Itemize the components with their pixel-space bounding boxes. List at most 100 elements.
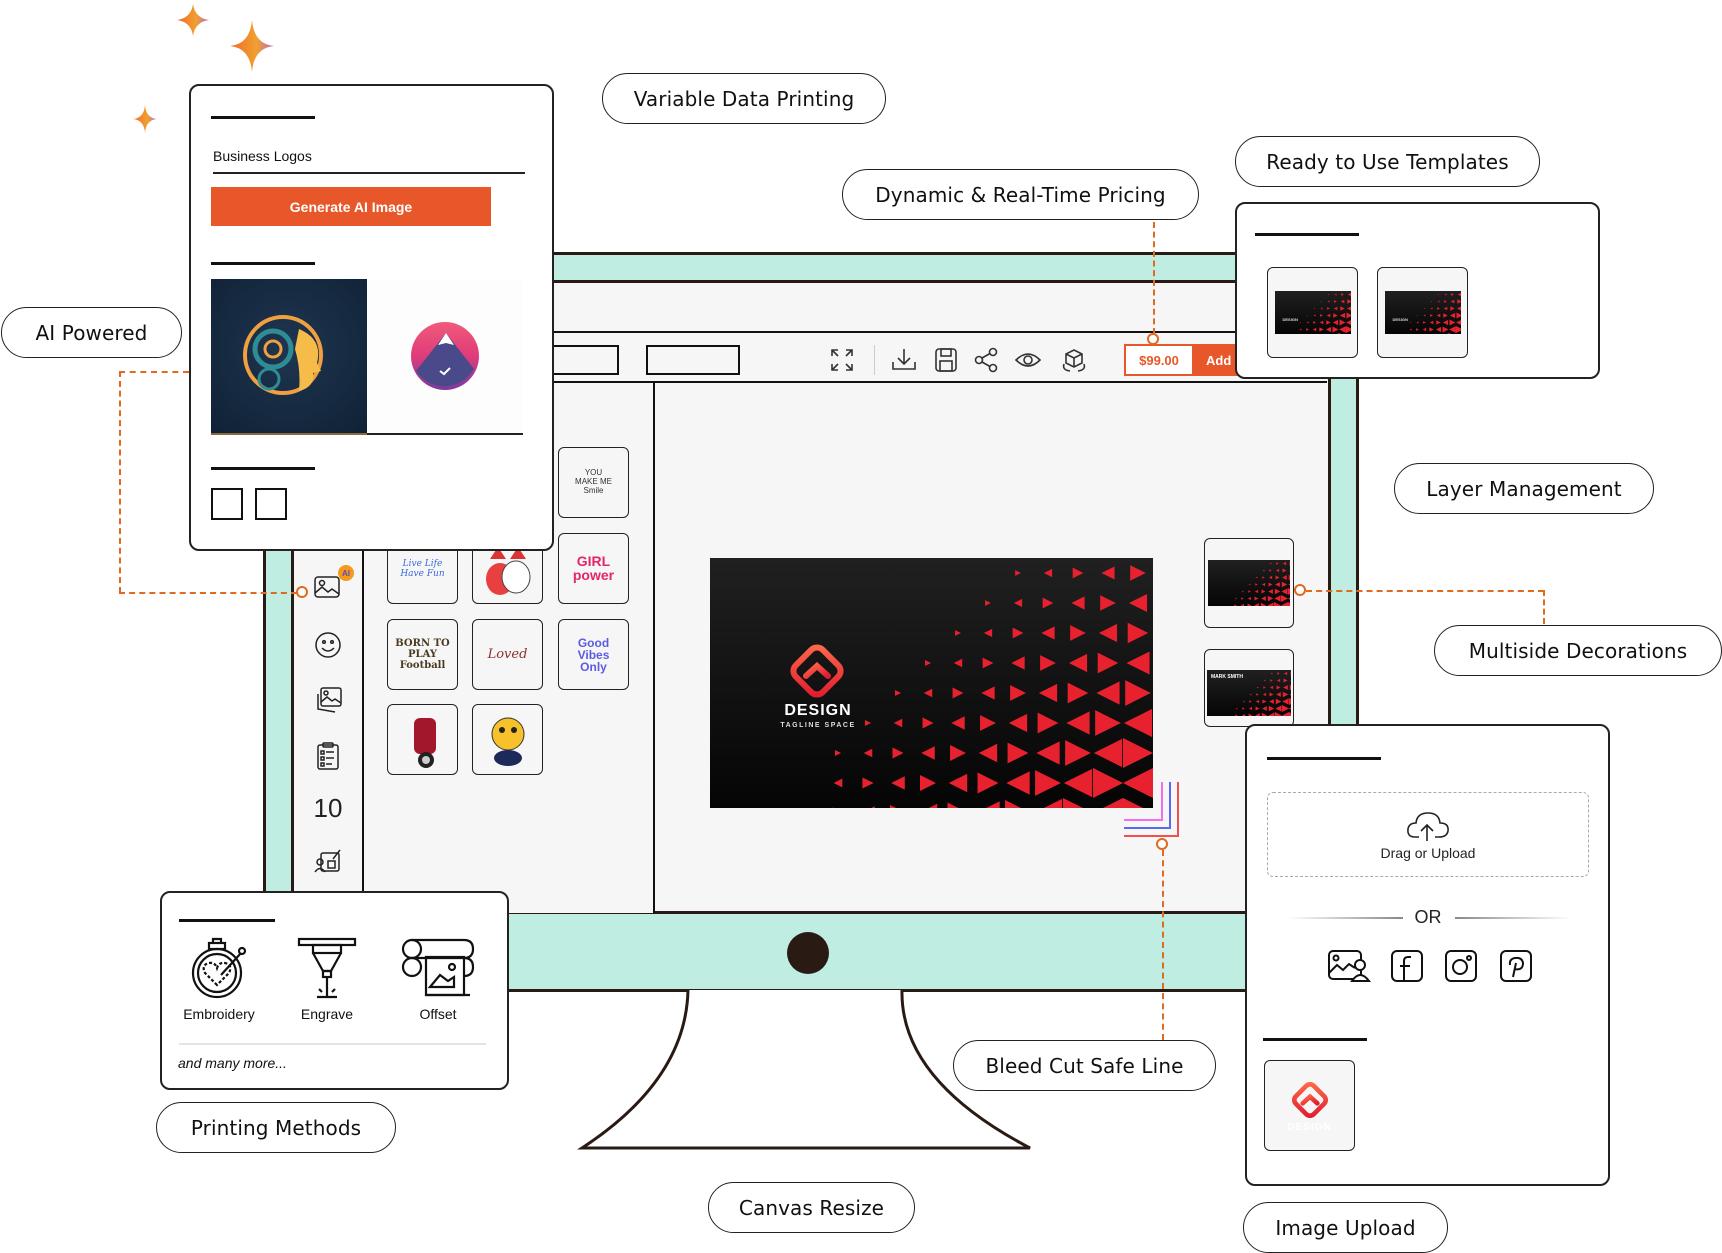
sticker-you-make-me-smile[interactable]: YOU MAKE ME Smile [558,447,629,518]
instagram-icon[interactable] [1444,949,1478,983]
option-checkbox[interactable] [255,488,287,520]
triangle-shape [978,743,998,763]
design-canvas[interactable]: DESIGN TAGLINE SPACE [710,558,1153,808]
triangle-shape [1037,712,1059,734]
template-card[interactable]: DESIGN [1377,267,1468,358]
form-icon [317,742,339,770]
triangle-shape [1289,707,1291,710]
triangle-shape [1325,320,1331,325]
triangle-shape [1429,314,1433,317]
layer-back-side[interactable]: MARK SMITH [1204,649,1294,727]
triangle-shape [1241,597,1244,600]
triangle-shape [1241,590,1244,593]
triangle-shape [1340,293,1344,296]
method-embroidery[interactable]: Embroidery [174,937,264,1022]
connector-dot [1156,838,1168,850]
sidebar-item-clipart[interactable] [294,631,362,659]
sticker-good-vibes-only[interactable]: Good Vibes Only [558,619,629,690]
triangle-shape [1254,589,1259,594]
triangle-shape [1282,561,1287,566]
triangle-shape [1010,685,1026,701]
facebook-icon[interactable] [1390,949,1424,983]
sticker-text: BORN TO PLAY Football [395,638,450,671]
triangle-shape [952,687,964,699]
sidebar-item-text[interactable]: 10 [294,793,362,824]
triangle-shape [1256,686,1259,689]
triangle-shape [1100,595,1116,611]
triangle-shape [1235,707,1238,710]
triangle-shape [1035,770,1061,796]
triangle-shape [1254,596,1259,601]
ai-result-mountain[interactable] [367,279,523,435]
triangle-shape [1457,292,1461,297]
triangle-shape [1430,300,1432,303]
sidebar-item-form[interactable] [294,741,362,771]
share-icon[interactable] [972,346,1000,374]
gallery-icon [317,687,342,713]
triangle-shape [981,686,995,700]
connector-line [119,371,121,593]
toolbar-field[interactable] [646,345,740,375]
connector-dot [1147,333,1159,345]
triangle-shape [1269,692,1274,697]
upload-dropzone[interactable]: Drag or Upload [1267,792,1589,877]
triangle-shape [1290,680,1291,681]
triangle-shape [1066,711,1090,735]
gallery-icon[interactable] [1327,949,1371,983]
connector-line [1162,850,1164,1040]
panel-heading-bar [211,116,315,119]
ai-prompt-input[interactable]: Business Logos [213,144,525,174]
triangle-shape [862,777,874,789]
3d-view-icon[interactable] [1060,346,1088,374]
sticker-born-to-play-football[interactable]: BORN TO PLAY Football [387,619,458,690]
method-offset[interactable]: Offset [398,937,478,1022]
triangle-shape [1096,681,1120,705]
triangle-shape [1269,685,1274,690]
method-engrave[interactable]: Engrave [287,937,367,1022]
label-multiside-decorations: Multiside Decorations [1434,625,1722,676]
pinterest-icon[interactable] [1499,949,1533,983]
clipart-icon [315,632,341,658]
option-checkbox[interactable] [211,488,243,520]
triangle-shape [1443,306,1447,311]
triangle-shape [1320,300,1322,303]
download-icon[interactable] [890,346,918,374]
template-card[interactable]: DESIGN [1267,267,1358,358]
triangle-shape [1305,328,1309,331]
save-icon[interactable] [932,346,960,374]
triangle-shape [892,747,904,759]
sticker-bee[interactable] [472,704,543,775]
triangle-shape [1299,321,1301,324]
triangle-shape [1041,626,1055,640]
generate-ai-image-button[interactable]: Generate AI Image [211,187,491,226]
preview-icon[interactable] [1014,346,1042,374]
ai-result-swirl-woman[interactable] [211,279,367,435]
triangle-shape [1289,712,1291,716]
sidebar-item-gallery[interactable] [294,685,362,715]
triangle-shape [1346,333,1351,334]
triangle-shape [1332,319,1338,326]
triangle-shape [1416,314,1418,317]
price-display: $99.00 [1124,344,1194,376]
sticker-scooter[interactable] [387,704,458,775]
sparkle-icon [177,4,209,36]
sticker-coffee-loved[interactable]: Loved [472,619,543,690]
triangle-shape [1277,672,1280,675]
uploaded-image[interactable]: DESIGN [1264,1060,1355,1151]
triangle-shape [1093,738,1123,768]
fullscreen-icon[interactable] [828,346,856,374]
or-divider-left [1287,917,1403,919]
triangle-shape [1289,684,1291,691]
layer-front-side[interactable] [1204,538,1294,628]
triangle-shape [1101,566,1115,580]
triangle-shape [1274,595,1281,602]
triangle-shape [1275,568,1280,573]
triangle-shape [1255,706,1260,711]
panel-heading-bar [1267,757,1381,760]
embroidery-icon [191,937,247,999]
triangle-shape [1339,319,1345,326]
triangle-shape [951,716,965,730]
sidebar-item-team-design[interactable] [294,847,362,875]
sticker-girl-power[interactable]: GIRL power [558,533,629,604]
scooter-image [413,717,436,768]
